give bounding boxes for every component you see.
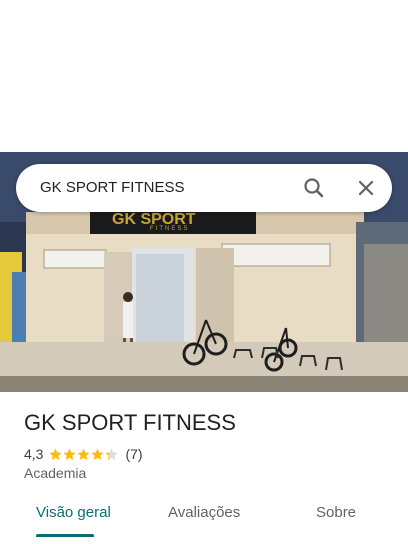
search-icon[interactable]: [300, 174, 328, 202]
tab-about[interactable]: Sobre: [316, 504, 356, 521]
star-icon: [105, 448, 119, 460]
review-count[interactable]: (7): [125, 446, 142, 462]
search-query[interactable]: GK SPORT FITNESS: [40, 179, 184, 196]
rating-value: 4,3: [24, 446, 44, 462]
star-icon: [91, 448, 105, 460]
rating-stars: [49, 448, 119, 461]
rating-row[interactable]: 4,3 (7): [24, 445, 143, 463]
top-blank-area: [0, 0, 408, 152]
sign-text-bottom: FITNESS: [150, 226, 189, 232]
tab-overview[interactable]: Visão geral: [36, 504, 111, 521]
search-bar[interactable]: GK SPORT FITNESS: [16, 164, 392, 212]
active-tab-indicator: [36, 534, 94, 537]
tab-bar: Visão geral Avaliações Sobre: [0, 492, 408, 540]
star-icon: [77, 448, 91, 460]
tab-reviews[interactable]: Avaliações: [168, 504, 240, 521]
place-title: GK SPORT FITNESS: [24, 410, 236, 435]
close-icon[interactable]: [352, 174, 380, 202]
star-icon: [63, 448, 77, 460]
star-icon: [49, 448, 63, 460]
place-category[interactable]: Academia: [24, 465, 86, 481]
